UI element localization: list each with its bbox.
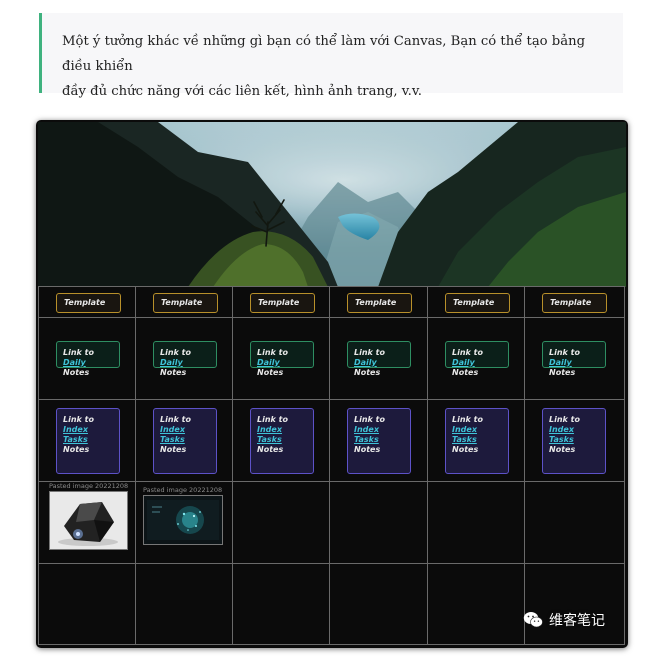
daily-notes-card[interactable]: Link to Daily Notes: [250, 341, 314, 377]
index-tasks-card[interactable]: Link to Index Tasks Notes: [445, 408, 509, 474]
daily-link[interactable]: Daily: [549, 358, 572, 367]
daily-card-suffix: Notes: [160, 368, 187, 377]
template-card[interactable]: Template: [445, 293, 510, 313]
watermark-text: 维客笔记: [549, 613, 605, 629]
index-card-line3: Notes: [63, 445, 90, 454]
index-tasks-card[interactable]: Link to Index Tasks Notes: [542, 408, 606, 474]
daily-link[interactable]: Daily: [452, 358, 475, 367]
template-card[interactable]: Template: [250, 293, 315, 313]
daily-link[interactable]: Daily: [354, 358, 377, 367]
canvas-grid: Template Link to Daily Notes Link to Index T…: [38, 286, 625, 645]
watermark: 维客笔记: [523, 610, 605, 630]
index-tasks-card[interactable]: Link to Index Tasks Notes: [56, 408, 120, 474]
grid-line-horizontal: [38, 317, 625, 318]
daily-card-line2: Daily Notes: [160, 358, 210, 378]
daily-card-line2: Daily Notes: [257, 358, 307, 378]
daily-notes-card[interactable]: Link to Daily Notes: [347, 341, 411, 377]
index-card-line1: Link to: [549, 415, 580, 424]
daily-card-line1: Link to: [257, 348, 288, 357]
template-card[interactable]: Template: [153, 293, 218, 313]
template-card-label: Template: [550, 298, 592, 307]
index-tasks-card[interactable]: Link to Index Tasks Notes: [347, 408, 411, 474]
index-tasks-link[interactable]: Index Tasks: [63, 425, 113, 445]
daily-card-line2: Daily Notes: [549, 358, 599, 378]
template-card-label: Template: [161, 298, 203, 307]
grid-line-horizontal: [38, 563, 625, 564]
daily-link[interactable]: Daily: [63, 358, 86, 367]
index-card-line1: Link to: [63, 415, 94, 424]
daily-card-line2: Daily Notes: [452, 358, 502, 378]
grid-line-horizontal: [38, 286, 625, 287]
quote-line-1: Một ý tưởng khác về những gì bạn có thể …: [62, 34, 586, 74]
blockquote: Một ý tưởng khác về những gì bạn có thể …: [39, 13, 623, 99]
daily-card-line1: Link to: [354, 348, 385, 357]
daily-card-suffix: Notes: [63, 368, 90, 377]
index-tasks-link[interactable]: Index Tasks: [549, 425, 599, 445]
index-card-line3: Notes: [160, 445, 187, 454]
template-card[interactable]: Template: [542, 293, 607, 313]
landscape-banner-image: [38, 122, 626, 287]
template-card[interactable]: Template: [347, 293, 412, 313]
index-card-line1: Link to: [354, 415, 385, 424]
index-tasks-link[interactable]: Index Tasks: [354, 425, 404, 445]
daily-notes-card[interactable]: Link to Daily Notes: [56, 341, 120, 377]
template-card-label: Template: [258, 298, 300, 307]
pasted-image-orb[interactable]: [143, 495, 223, 545]
index-card-line1: Link to: [452, 415, 483, 424]
index-card-line3: Notes: [452, 445, 479, 454]
grid-line-vertical: [38, 286, 39, 645]
grid-line-vertical: [232, 286, 233, 645]
grid-line-vertical: [524, 286, 525, 645]
index-card-line3: Notes: [549, 445, 576, 454]
index-tasks-card[interactable]: Link to Index Tasks Notes: [250, 408, 314, 474]
index-tasks-card[interactable]: Link to Index Tasks Notes: [153, 408, 217, 474]
template-card-label: Template: [355, 298, 397, 307]
daily-link[interactable]: Daily: [257, 358, 280, 367]
grid-line-vertical: [427, 286, 428, 645]
quote-line-2: đầy đủ chức năng với các liên kết, hình …: [62, 84, 422, 99]
index-card-line3: Notes: [257, 445, 284, 454]
index-card-line1: Link to: [257, 415, 288, 424]
grid-line-horizontal: [38, 644, 625, 645]
template-card-label: Template: [453, 298, 495, 307]
daily-card-suffix: Notes: [452, 368, 479, 377]
daily-notes-card[interactable]: Link to Daily Notes: [542, 341, 606, 377]
grid-line-vertical: [624, 286, 625, 645]
daily-card-line2: Daily Notes: [354, 358, 404, 378]
index-card-line3: Notes: [354, 445, 381, 454]
daily-card-line1: Link to: [160, 348, 191, 357]
index-tasks-link[interactable]: Index Tasks: [160, 425, 210, 445]
index-tasks-link[interactable]: Index Tasks: [452, 425, 502, 445]
pasted-image-label: Pasted image 20221208: [143, 486, 223, 494]
grid-line-vertical: [135, 286, 136, 645]
index-card-line1: Link to: [160, 415, 191, 424]
daily-notes-card[interactable]: Link to Daily Notes: [153, 341, 217, 377]
daily-card-line2: Daily Notes: [63, 358, 113, 378]
pasted-image-label: Pasted image 20221208: [49, 482, 129, 490]
canvas-screenshot: Template Link to Daily Notes Link to Index T…: [36, 120, 628, 648]
grid-line-vertical: [329, 286, 330, 645]
grid-line-horizontal: [38, 399, 625, 400]
pasted-image-crystal[interactable]: [49, 491, 128, 550]
index-tasks-link[interactable]: Index Tasks: [257, 425, 307, 445]
daily-card-line1: Link to: [63, 348, 94, 357]
daily-link[interactable]: Daily: [160, 358, 183, 367]
daily-card-suffix: Notes: [257, 368, 284, 377]
daily-card-suffix: Notes: [549, 368, 576, 377]
dark-crystal-object-image: [58, 502, 118, 546]
daily-card-suffix: Notes: [354, 368, 381, 377]
wechat-icon: [523, 612, 543, 628]
template-card[interactable]: Template: [56, 293, 121, 313]
template-card-label: Template: [64, 298, 106, 307]
daily-card-line1: Link to: [452, 348, 483, 357]
teal-particle-orb-image: [147, 500, 219, 540]
daily-card-line1: Link to: [549, 348, 580, 357]
daily-notes-card[interactable]: Link to Daily Notes: [445, 341, 509, 377]
